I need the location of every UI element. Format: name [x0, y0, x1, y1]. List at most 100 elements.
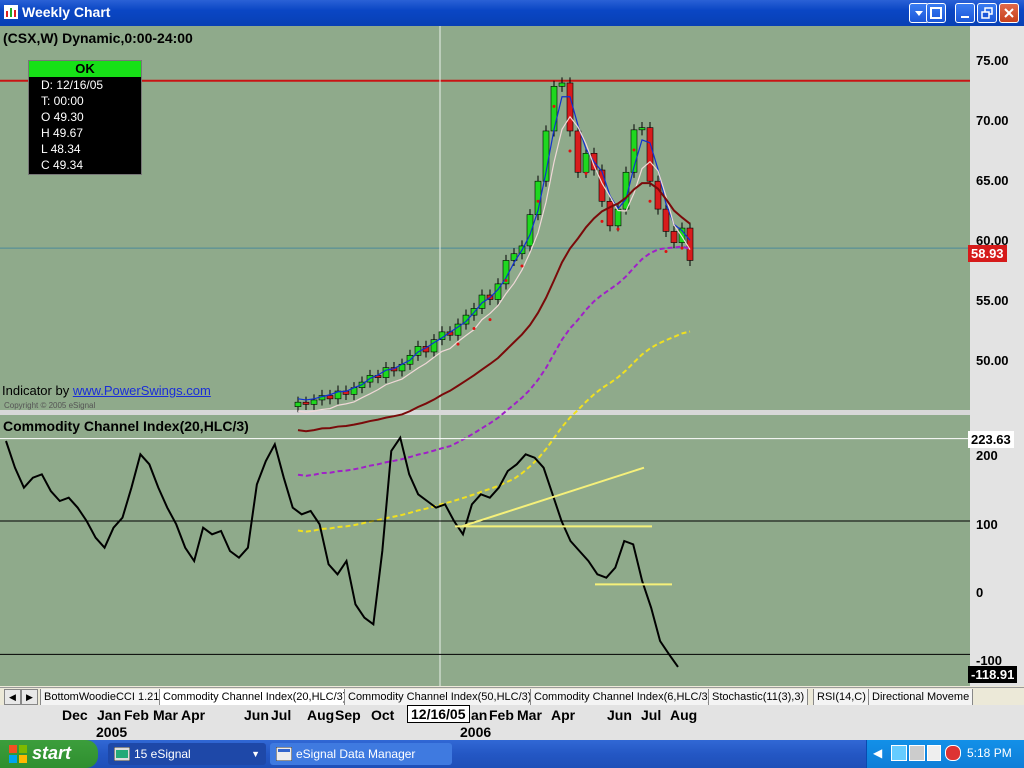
- ohlc-time: T: 00:00: [41, 94, 84, 108]
- candle-body: [310, 399, 318, 405]
- sar-dot: [504, 279, 508, 283]
- tab-stochastic[interactable]: Stochastic(11(3),3): [708, 689, 809, 706]
- month-label: Feb: [489, 707, 514, 723]
- candle-body: [670, 231, 678, 243]
- sar-dot: [664, 250, 668, 254]
- cci-line: [5, 435, 679, 668]
- ohlc-readout: OK D: 12/16/05 T: 00:00 O 49.30 H 49.67 …: [28, 60, 142, 175]
- sar-dot: [456, 342, 460, 346]
- indicator-credit-label: Indicator by: [2, 383, 70, 398]
- cci-pane-title: Commodity Channel Index(20,HLC/3): [3, 418, 249, 434]
- powerswings-link[interactable]: www.PowerSwings.com: [73, 383, 211, 398]
- dropdown-arrow-icon: [915, 11, 923, 16]
- sar-dot: [648, 199, 652, 203]
- minimize-button[interactable]: [955, 3, 975, 23]
- sar-dot: [568, 149, 572, 153]
- sar-dot: [472, 327, 476, 331]
- data-manager-icon: [276, 747, 292, 761]
- candle-body: [558, 82, 566, 87]
- copyright-note: Copyright © 2005 eSignal: [4, 401, 96, 410]
- sar-dot: [616, 227, 620, 231]
- tab-scroll-left-button[interactable]: ◀: [4, 689, 21, 705]
- candle-body: [614, 208, 622, 227]
- tab-cci-50[interactable]: Commodity Channel Index(50,HLC/3): [344, 689, 536, 706]
- candle-body: [606, 200, 614, 227]
- month-label: Jan: [97, 707, 122, 723]
- minimize-icon: [961, 16, 969, 18]
- sar-dot: [632, 148, 636, 152]
- close-icon: [1004, 8, 1014, 18]
- pane-divider: [0, 410, 970, 415]
- taskbar: start 15 eSignal ▼ eSignal Data Manager …: [0, 740, 1024, 768]
- sar-dot: [600, 219, 604, 223]
- ohlc-date: D: 12/16/05: [41, 78, 104, 92]
- price-tick-label: 75.00: [976, 53, 1009, 68]
- cci-tick-label: 200: [976, 448, 998, 463]
- tab-directional-movement[interactable]: Directional Moveme: [868, 689, 974, 706]
- price-tick-label: 70.00: [976, 113, 1009, 128]
- printer-icon[interactable]: [909, 745, 925, 761]
- tray-expand-icon[interactable]: ◀: [873, 746, 882, 760]
- time-axis: Dec Jan Feb Mar Apr Jun Jul Aug Sep Oct …: [0, 705, 1024, 740]
- candle-body: [550, 86, 558, 132]
- tab-bottomwoodiecci[interactable]: BottomWoodieCCI 1.21: [40, 689, 164, 706]
- sar-dot: [520, 264, 524, 268]
- candle-body: [582, 152, 590, 173]
- close-button[interactable]: [999, 3, 1019, 23]
- chart-app-icon: [4, 5, 18, 19]
- ohlc-high: H 49.67: [41, 126, 84, 140]
- candle-body: [662, 208, 670, 232]
- tab-cci-20[interactable]: Commodity Channel Index(20,HLC/3): [159, 689, 351, 706]
- candle-body: [566, 82, 574, 132]
- speaker-icon[interactable]: [927, 745, 941, 761]
- plot-area[interactable]: [0, 26, 970, 686]
- windows-logo-icon: [9, 745, 27, 763]
- candle-body: [638, 127, 646, 131]
- indicator-tab-strip: ◀ ▶ BottomWoodieCCI 1.21 Commodity Chann…: [0, 687, 1024, 706]
- month-label: Jul: [271, 707, 292, 723]
- month-label: an: [471, 707, 488, 723]
- cci-last-badge: -118.91: [968, 666, 1018, 683]
- tab-rsi[interactable]: RSI(14,C): [813, 689, 870, 706]
- price-tick-label: 50.00: [976, 353, 1009, 368]
- candle-body: [654, 180, 662, 210]
- month-label: Mar: [153, 707, 178, 723]
- network-icon[interactable]: [891, 745, 907, 761]
- month-label: Jun: [244, 707, 269, 723]
- symbol-header: (CSX,W) Dynamic,0:00-24:00: [3, 30, 193, 46]
- clock: 5:18 PM: [967, 746, 1012, 760]
- month-label: Oct: [371, 707, 395, 723]
- month-label: Apr: [551, 707, 576, 723]
- start-button[interactable]: start: [0, 740, 98, 768]
- security-icon[interactable]: [945, 745, 961, 761]
- window-title: Weekly Chart: [22, 4, 111, 20]
- taskbar-item-label: 15 eSignal: [134, 747, 191, 761]
- month-label: Feb: [124, 707, 149, 723]
- esignal-group-icon: [114, 747, 130, 761]
- sar-dot: [680, 246, 684, 250]
- taskbar-item-label: eSignal Data Manager: [296, 747, 416, 761]
- window-frame-icon: [930, 7, 942, 19]
- taskbar-item-esignal[interactable]: 15 eSignal ▼: [108, 743, 266, 765]
- tab-cci-6[interactable]: Commodity Channel Index(6,HLC/3): [530, 689, 716, 706]
- cci-tick-label: 0: [976, 585, 984, 600]
- month-label: Mar: [517, 707, 542, 723]
- last-price-badge: 58.93: [968, 245, 1007, 262]
- sar-dot: [552, 104, 556, 108]
- candle-body: [686, 227, 694, 261]
- candle-body: [326, 395, 334, 400]
- restore-layout-button[interactable]: [926, 3, 946, 23]
- system-tray: ◀ 5:18 PM: [866, 740, 1024, 768]
- start-label: start: [32, 743, 72, 763]
- tab-scroll-right-button[interactable]: ▶: [21, 689, 38, 705]
- month-label: Aug: [307, 707, 335, 723]
- cci-max-badge: 223.63: [968, 431, 1014, 448]
- title-bar: Weekly Chart: [0, 0, 1024, 26]
- dropdown-arrow-icon: ▼: [251, 749, 260, 759]
- candle-body: [382, 367, 390, 378]
- month-label: Jul: [641, 707, 662, 723]
- taskbar-item-data-manager[interactable]: eSignal Data Manager: [270, 743, 452, 765]
- maximize-button[interactable]: [977, 3, 997, 23]
- sar-dot: [488, 318, 492, 322]
- chart-canvas[interactable]: [0, 26, 970, 686]
